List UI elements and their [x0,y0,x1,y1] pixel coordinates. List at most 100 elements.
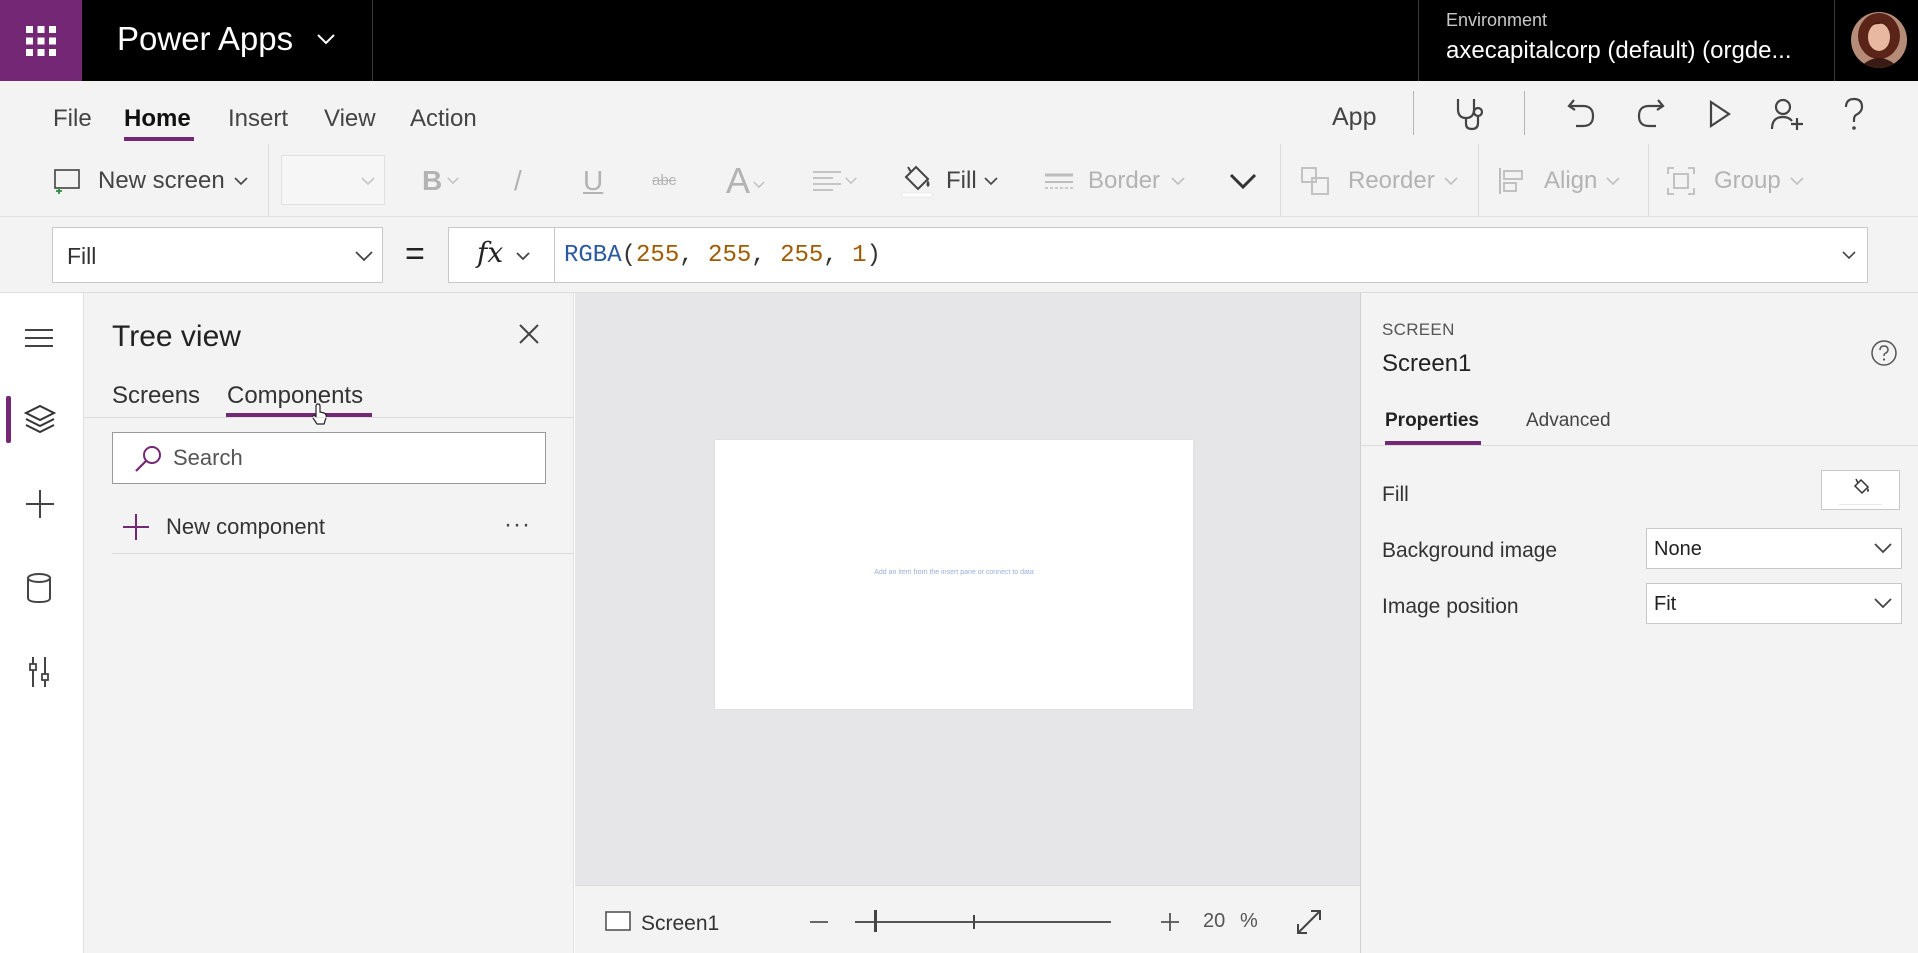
tree-view-layers-icon[interactable] [24,403,56,435]
chevron-down-icon [984,176,998,185]
fill-color-picker[interactable] [1821,470,1900,510]
image-position-dropdown[interactable]: Fit [1646,583,1902,624]
close-icon[interactable] [518,323,540,345]
tab-components[interactable]: Components [227,382,363,410]
font-size-select[interactable] [281,155,385,205]
tree-view-title: Tree view [112,320,241,353]
hamburger-menu-icon[interactable] [24,328,54,348]
fill-button[interactable]: Fill [900,144,999,217]
menu-divider [1413,91,1414,135]
chevron-down-icon[interactable] [316,32,336,46]
preview-play-icon[interactable] [1708,99,1732,129]
border-icon [1045,173,1073,189]
menu-insert[interactable]: Insert [228,105,288,133]
search-input[interactable] [173,443,533,473]
menu-file[interactable]: File [53,105,92,133]
fill-property-label: Fill [1382,483,1409,506]
text-align-button[interactable] [812,144,858,217]
search-icon [135,446,161,472]
rail-selection-indicator [6,396,11,443]
formula-sep: , [679,242,709,269]
screen-checkbox-icon[interactable] [605,911,631,931]
expand-ribbon-button[interactable] [1228,144,1258,217]
align-button[interactable]: Align [1498,144,1621,217]
background-image-dropdown[interactable]: None [1646,528,1902,569]
app-launcher-button[interactable] [0,0,82,81]
design-canvas[interactable]: Add an item from the insert pane or conn… [575,293,1360,885]
app-name[interactable]: Power Apps [117,20,293,58]
chevron-down-icon [355,251,373,262]
screen-preview[interactable]: Add an item from the insert pane or conn… [715,440,1193,709]
formula-bar: Fill = fx RGBA(255, 255, 255, 1) [0,217,1918,293]
app-settings-button[interactable]: App [1332,103,1376,132]
menu-action[interactable]: Action [410,105,477,133]
bold-button[interactable]: B [422,144,460,217]
italic-button[interactable]: / [514,144,522,217]
strikethrough-button[interactable]: abc [652,144,676,217]
expand-formula-chevron-icon[interactable] [1841,250,1857,260]
new-screen-icon [54,168,80,194]
help-icon[interactable] [1842,97,1866,131]
group-button[interactable]: Group [1666,144,1805,217]
data-database-icon[interactable] [26,572,52,604]
share-user-add-icon[interactable] [1770,97,1804,131]
tab-advanced[interactable]: Advanced [1526,410,1611,432]
chevron-down-icon [1229,173,1257,189]
zoom-in-icon[interactable] [1160,912,1180,932]
align-label: Align [1544,166,1598,194]
properties-divider [1361,445,1918,446]
help-circle-icon[interactable] [1870,339,1898,367]
insert-plus-icon[interactable] [24,488,56,520]
equals-sign: = [405,235,425,273]
chevron-down-icon [516,252,530,261]
new-screen-label: New screen [98,166,225,194]
chevron-down-icon [1874,543,1892,554]
plus-icon [123,514,149,540]
zoom-out-icon[interactable] [809,920,829,924]
zoom-slider-track[interactable] [855,921,1111,923]
screen-selector[interactable]: Screen1 [641,912,719,936]
menu-home[interactable]: Home [124,105,191,133]
reorder-icon [1301,166,1329,195]
selected-kind: SCREEN [1382,320,1455,339]
font-color-button[interactable]: A [726,144,766,217]
tree-divider [84,417,574,418]
fill-label: Fill [946,166,977,194]
new-screen-button[interactable]: New screen [54,144,249,217]
tree-divider [112,553,574,554]
property-select[interactable]: Fill [52,227,383,283]
avatar[interactable] [1851,12,1907,68]
underline-button[interactable]: U [583,144,603,217]
formula-paren-close: ) [866,242,881,269]
paint-bucket-icon [901,165,933,197]
reorder-button[interactable]: Reorder [1300,144,1459,217]
zoom-slider-thumb[interactable] [874,910,877,932]
app-checker-stethoscope-icon[interactable] [1452,96,1490,132]
chevron-down-icon [1790,176,1804,185]
menu-view[interactable]: View [324,105,376,133]
waffle-icon [26,25,56,56]
advanced-tools-icon[interactable] [28,655,50,689]
formula-arg: 1 [852,242,867,269]
chevron-down-icon [753,181,765,189]
formula-input[interactable]: RGBA(255, 255, 255, 1) [554,227,1868,283]
environment-picker[interactable]: Environment axecapitalcorp (default) (or… [1418,0,1835,81]
more-options-button[interactable]: ··· [504,511,531,539]
image-position-label: Image position [1382,595,1519,618]
fit-to-window-icon[interactable] [1295,908,1323,936]
environment-label: Environment [1446,10,1548,30]
chevron-down-icon [1874,598,1892,609]
redo-icon[interactable] [1636,97,1666,129]
new-component-button[interactable]: New component [122,510,325,544]
header-divider [372,0,373,81]
undo-icon[interactable] [1566,97,1596,129]
search-box[interactable] [112,432,546,484]
menu-bar: File Home Insert View Action App [0,81,1918,144]
background-image-label: Background image [1382,539,1558,562]
tab-properties[interactable]: Properties [1385,410,1479,432]
italic-icon: / [514,164,522,196]
chevron-down-icon [361,177,375,186]
border-button[interactable]: Border [1044,144,1186,217]
function-picker-button[interactable]: fx [448,227,554,283]
tab-screens[interactable]: Screens [112,382,200,410]
